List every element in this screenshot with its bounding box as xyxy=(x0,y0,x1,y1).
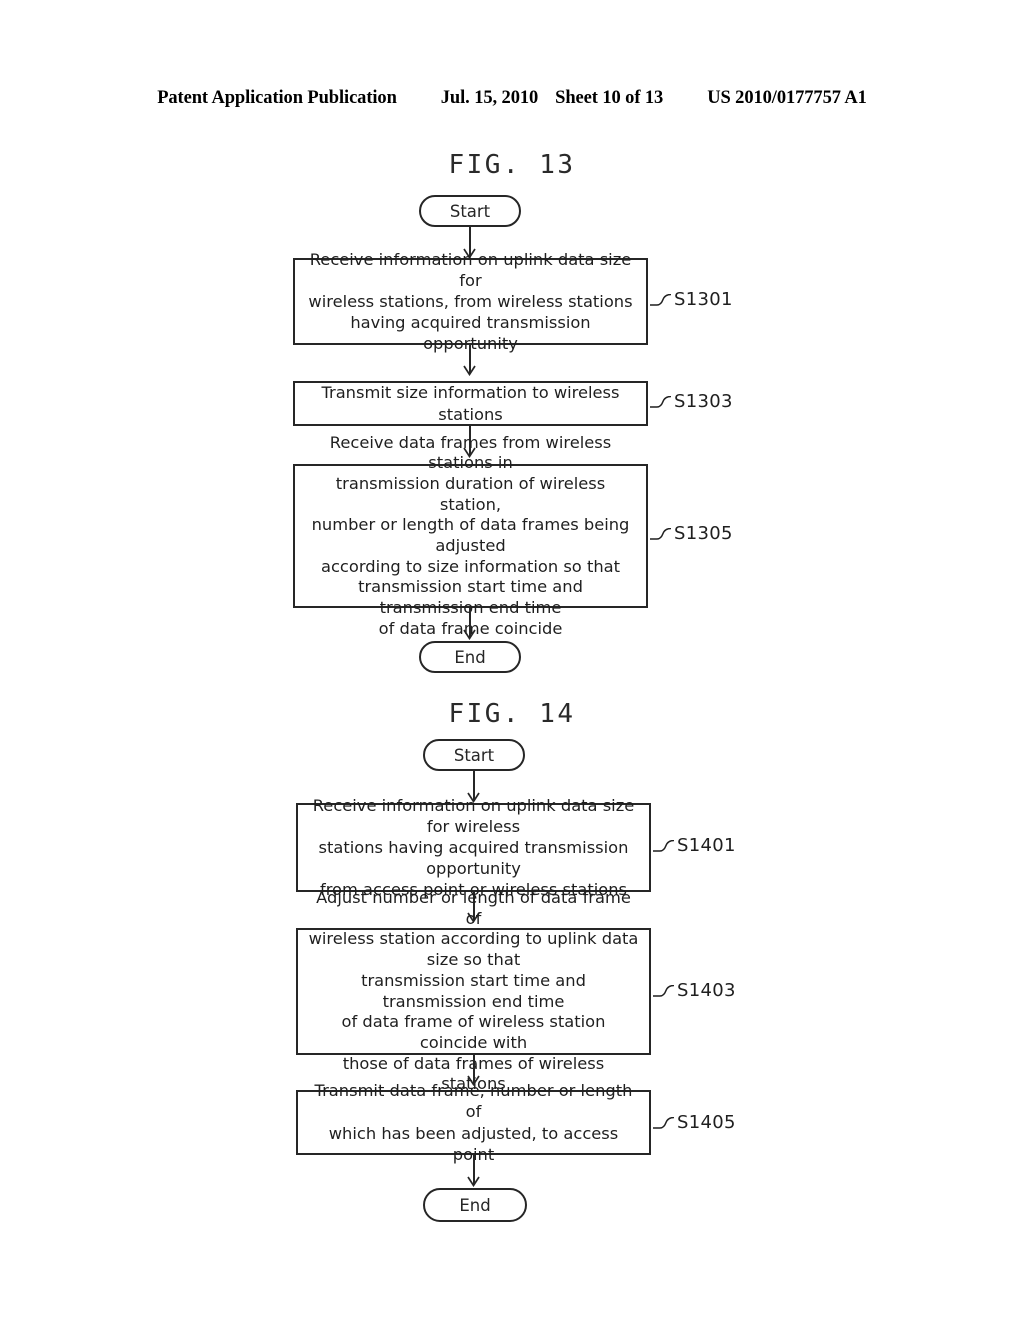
leader-line-icon xyxy=(653,984,675,997)
process-box-s1403: Adjust number or length of data frame of… xyxy=(296,888,651,1093)
figure-14-start-terminal: Start xyxy=(423,739,525,771)
figure-13-end-label: End xyxy=(454,647,486,667)
process-box-s1401: Receive information on uplink data size … xyxy=(296,796,651,899)
reference-number: S1401 xyxy=(677,835,736,856)
process-text-s1401: Receive information on uplink data size … xyxy=(298,795,649,901)
header-publication-date: Jul. 15, 2010 xyxy=(440,88,539,108)
process-text-s1303: Transmit size information to wireless st… xyxy=(295,382,646,424)
figure-14-title: FIG. 14 xyxy=(448,699,576,729)
header-publication-title: Patent Application Publication xyxy=(157,88,397,108)
process-line: stations having acquired transmission op… xyxy=(318,837,629,879)
process-box-s1301: Receive information on uplink data size … xyxy=(293,250,648,353)
leader-line-icon xyxy=(650,293,672,306)
reference-label-s1305: S1305 xyxy=(650,523,733,544)
process-line: Transmit data frame, number or length of xyxy=(314,1081,633,1122)
reference-label-s1405: S1405 xyxy=(653,1112,736,1133)
figure-13-start-label: Start xyxy=(449,201,491,221)
arrowhead-s1305-to-end xyxy=(463,629,476,640)
process-line: transmission start time and transmission… xyxy=(361,970,586,1011)
process-line: of data frame of wireless station coinci… xyxy=(341,1012,606,1052)
process-box-s1305: Receive data frames from wireless statio… xyxy=(293,433,648,638)
reference-label-s1403: S1403 xyxy=(653,980,736,1001)
leader-line-icon xyxy=(650,395,672,408)
process-line: Adjust number or length of data frame of xyxy=(316,888,631,928)
reference-number: S1301 xyxy=(674,289,733,310)
reference-number: S1305 xyxy=(674,523,733,544)
process-box-s1405: Transmit data frame, number or length of… xyxy=(296,1081,651,1164)
reference-label-s1301: S1301 xyxy=(650,289,733,310)
arrowhead-s1405-to-end xyxy=(467,1176,480,1187)
process-line: wireless station according to uplink dat… xyxy=(308,929,639,970)
process-line: wireless stations, from wireless station… xyxy=(308,291,633,311)
figure-14-end-label: End xyxy=(459,1195,491,1215)
process-line: Receive information on uplink data size … xyxy=(312,795,635,836)
arrowhead-s1301-to-s1303 xyxy=(463,365,476,376)
reference-number: S1403 xyxy=(677,980,736,1001)
process-line: number or length of data frames being ad… xyxy=(311,515,630,555)
reference-number: S1303 xyxy=(674,391,733,412)
page-header: Patent Application Publication Jul. 15, … xyxy=(0,88,1024,109)
process-line: Transmit size information to wireless st… xyxy=(321,383,620,424)
process-text-s1405: Transmit data frame, number or length of… xyxy=(298,1080,649,1165)
process-text-s1301: Receive information on uplink data size … xyxy=(295,249,646,355)
process-line: transmission duration of wireless statio… xyxy=(335,473,606,514)
header-sheet-number: Sheet 10 of 13 xyxy=(555,88,664,108)
figure-13-title: FIG. 13 xyxy=(448,150,576,180)
reference-label-s1401: S1401 xyxy=(653,835,736,856)
process-line: according to size information so that xyxy=(320,556,621,576)
reference-label-s1303: S1303 xyxy=(650,391,733,412)
leader-line-icon xyxy=(653,1116,675,1129)
reference-number: S1405 xyxy=(677,1112,736,1133)
leader-line-icon xyxy=(650,527,672,540)
figure-14-start-label: Start xyxy=(453,745,495,765)
process-line: Receive data frames from wireless statio… xyxy=(329,432,612,473)
figure-13-end-terminal: End xyxy=(419,641,521,673)
process-line: Receive information on uplink data size … xyxy=(309,249,632,290)
process-box-s1303: Transmit size information to wireless st… xyxy=(293,381,648,426)
header-document-number: US 2010/0177757 A1 xyxy=(707,88,867,108)
figure-14-end-terminal: End xyxy=(423,1188,527,1222)
figure-13-start-terminal: Start xyxy=(419,195,521,227)
leader-line-icon xyxy=(653,839,675,852)
